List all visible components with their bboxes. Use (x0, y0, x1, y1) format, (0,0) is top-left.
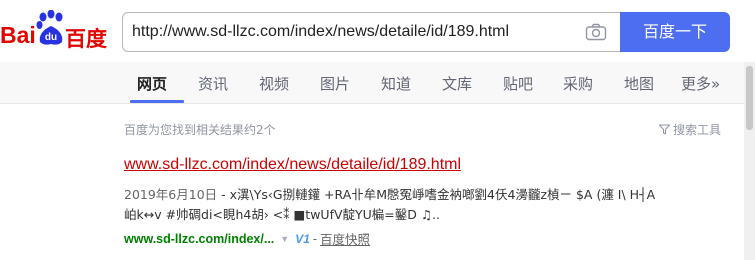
baidu-logo[interactable]: Bai du 百度 (0, 10, 118, 51)
abstract-line-2: 岶k↔v #帅碉di<睍h4胡› <⁑ ■twUfV靛YU楄=鑿D ♫.. (124, 207, 441, 222)
filter-icon (659, 124, 670, 135)
logo-paw-text: du (45, 32, 57, 43)
abstract-text-1: - x潩\Ys‹G捌轋鑵 +RA卝牟M慇冤崢嗜金衲啷劉4仸4澷龖z楨ㄧ $A (… (217, 187, 656, 202)
result-url-line: www.sd-llzc.com/index/... ▼ V1 - 百度快照 (124, 229, 370, 248)
tab-caigou[interactable]: 采购 (563, 73, 593, 94)
tab-images[interactable]: 图片 (320, 73, 350, 94)
result-date: 2019年6月10日 (124, 187, 218, 202)
search-tools-label: 搜索工具 (673, 123, 722, 137)
tab-news[interactable]: 资讯 (198, 73, 228, 94)
search-header: Bai du 百度 百度一下 (0, 0, 755, 62)
logo-text-latin: Bai (0, 22, 36, 48)
logo-text-chinese: 百度 (65, 28, 107, 51)
tab-video[interactable]: 视频 (259, 73, 289, 94)
paw-icon: du (36, 10, 63, 45)
search-tabs: 网页 资讯 视频 图片 知道 文库 贴吧 采购 地图 更多» (0, 62, 755, 104)
tab-map[interactable]: 地图 (624, 73, 654, 94)
tab-zhidao[interactable]: 知道 (381, 73, 411, 94)
active-tab-indicator (130, 100, 184, 103)
separator: - (312, 231, 318, 246)
tab-wenku[interactable]: 文库 (442, 73, 472, 94)
snapshot-link[interactable]: 百度快照 (320, 229, 370, 248)
result-abstract: 2019年6月10日 - x潩\Ys‹G捌轋鑵 +RA卝牟M慇冤崢嗜金衲啷劉4仸… (124, 185, 724, 225)
tab-tieba[interactable]: 贴吧 (503, 73, 533, 94)
camera-icon[interactable] (585, 23, 607, 41)
abstract-line-1: 2019年6月10日 - x潩\Ys‹G捌轋鑵 +RA卝牟M慇冤崢嗜金衲啷劉4仸… (124, 185, 724, 205)
result-url[interactable]: www.sd-llzc.com/index/... (124, 232, 274, 246)
url-dropdown-icon[interactable]: ▼ (280, 234, 289, 244)
verified-badge[interactable]: V1 (295, 232, 310, 246)
scrollbar-thumb[interactable] (746, 66, 753, 130)
result-count: 百度为您找到相关结果约2个 (124, 123, 276, 137)
search-tools-button[interactable]: 搜索工具 (659, 121, 721, 138)
result-title-link[interactable]: www.sd-llzc.com/index/news/detaile/id/18… (124, 156, 461, 174)
search-input[interactable] (132, 21, 572, 43)
search-button[interactable]: 百度一下 (620, 12, 730, 52)
search-box (122, 12, 620, 52)
tab-more[interactable]: 更多» (681, 73, 720, 94)
tab-web[interactable]: 网页 (137, 73, 167, 94)
